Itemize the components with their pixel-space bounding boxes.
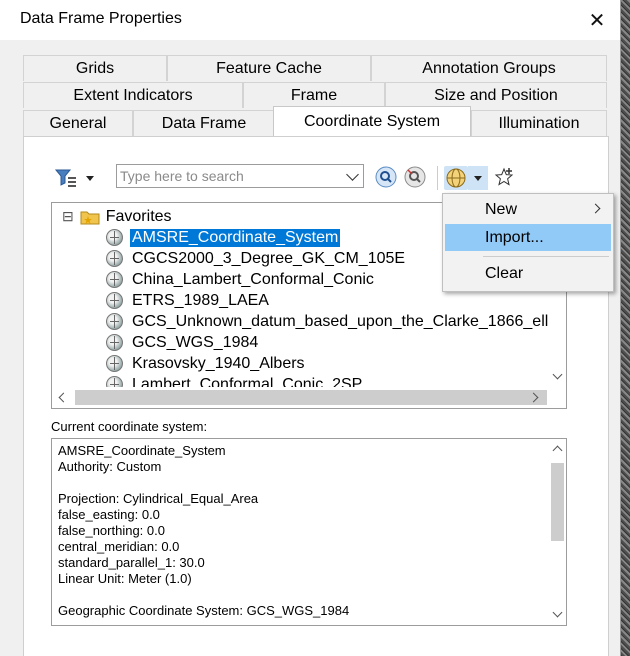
detail-line: Geographic Coordinate System: GCS_WGS_19… bbox=[58, 603, 350, 618]
toolbar-separator bbox=[437, 166, 438, 190]
search-input[interactable] bbox=[120, 167, 340, 185]
tab-general[interactable]: General bbox=[23, 110, 133, 136]
menu-item-label: Import... bbox=[485, 228, 544, 246]
scroll-up-arrow-icon[interactable] bbox=[552, 445, 563, 456]
title-bar: Data Frame Properties ✕ bbox=[0, 0, 620, 40]
close-button[interactable]: ✕ bbox=[580, 4, 614, 36]
submenu-arrow-icon bbox=[590, 203, 601, 214]
globe-icon bbox=[106, 355, 123, 372]
menu-item-new[interactable]: New bbox=[445, 196, 611, 223]
tree-item[interactable]: Krasovsky_1940_Albers bbox=[106, 353, 307, 374]
search-box[interactable] bbox=[116, 164, 364, 188]
tree-horizontal-scrollbar[interactable] bbox=[52, 387, 550, 408]
tab-frame[interactable]: Frame bbox=[243, 82, 385, 108]
detail-line: AMSRE_Coordinate_System bbox=[58, 443, 226, 458]
folder-star-icon bbox=[80, 211, 100, 224]
data-frame-properties-dialog: Data Frame Properties ✕ Grids Feature Ca… bbox=[0, 0, 621, 656]
scroll-down-arrow-icon[interactable] bbox=[552, 369, 563, 380]
tab-illumination[interactable]: Illumination bbox=[471, 110, 607, 136]
detail-line: Projection: Cylindrical_Equal_Area bbox=[58, 491, 259, 506]
tree-item[interactable]: CGCS2000_3_Degree_GK_CM_105E bbox=[106, 248, 407, 269]
detail-line: Authority: Custom bbox=[58, 459, 162, 474]
tab-data-frame[interactable]: Data Frame bbox=[133, 110, 275, 136]
add-dropdown-arrow-icon[interactable] bbox=[474, 176, 482, 181]
tree-item[interactable]: China_Lambert_Conformal_Conic bbox=[106, 269, 376, 290]
details-vertical-scrollbar[interactable] bbox=[549, 439, 566, 625]
details-scroll-thumb[interactable] bbox=[551, 463, 564, 541]
menu-separator bbox=[483, 256, 609, 257]
globe-icon bbox=[106, 334, 123, 351]
tree-item-label: GCS_WGS_1984 bbox=[132, 333, 259, 351]
menu-item-label: Clear bbox=[485, 264, 524, 282]
tree-item-label: CGCS2000_3_Degree_GK_CM_105E bbox=[132, 249, 406, 267]
filter-icon[interactable] bbox=[54, 166, 78, 190]
tree-item[interactable]: GCS_WGS_1984 bbox=[106, 332, 260, 353]
tree-item[interactable]: ETRS_1989_LAEA bbox=[106, 290, 271, 311]
detail-line: standard_parallel_1: 30.0 bbox=[58, 555, 205, 570]
menu-item-label: New bbox=[485, 200, 518, 218]
globe-icon bbox=[106, 271, 123, 288]
scroll-left-arrow-icon[interactable] bbox=[58, 392, 69, 403]
globe-icon bbox=[106, 313, 123, 330]
dialog-title: Data Frame Properties bbox=[20, 10, 182, 27]
scroll-down-arrow-icon[interactable] bbox=[552, 607, 563, 618]
detail-line: central_meridian: 0.0 bbox=[58, 539, 180, 554]
tree-item-label: GCS_Unknown_datum_based_upon_the_Clarke_… bbox=[132, 312, 567, 330]
detail-line: false_northing: 0.0 bbox=[58, 523, 165, 538]
tab-grids[interactable]: Grids bbox=[23, 55, 167, 81]
detail-line: false_easting: 0.0 bbox=[58, 507, 160, 522]
globe-icon bbox=[106, 229, 123, 246]
current-coordinate-system-details[interactable]: AMSRE_Coordinate_System Authority: Custo… bbox=[51, 438, 567, 626]
detail-line: Linear Unit: Meter (1.0) bbox=[58, 571, 192, 586]
collapse-toggle-icon[interactable]: ⊟ bbox=[62, 208, 74, 225]
add-coordinate-system-globe-icon[interactable] bbox=[444, 166, 468, 190]
globe-icon bbox=[106, 292, 123, 309]
add-context-menu: New Import... Clear bbox=[442, 193, 614, 292]
tree-item[interactable]: GCS_Unknown_datum_based_upon_the_Clarke_… bbox=[106, 311, 567, 332]
tree-item-label: ETRS_1989_LAEA bbox=[132, 291, 269, 309]
favorites-label: Favorites bbox=[105, 207, 172, 225]
tab-annotation-groups[interactable]: Annotation Groups bbox=[371, 55, 607, 81]
search-icon[interactable] bbox=[375, 166, 397, 188]
add-to-favorites-star-icon[interactable] bbox=[493, 166, 515, 188]
tree-item-label: China_Lambert_Conformal_Conic bbox=[132, 270, 374, 288]
clear-search-icon[interactable] bbox=[404, 166, 426, 188]
filter-dropdown-arrow-icon[interactable] bbox=[86, 176, 94, 181]
globe-icon bbox=[106, 250, 123, 267]
tree-item[interactable]: AMSRE_Coordinate_System bbox=[106, 227, 341, 248]
tab-feature-cache[interactable]: Feature Cache bbox=[167, 55, 371, 81]
tab-coordinate-system[interactable]: Coordinate System bbox=[273, 106, 471, 136]
menu-item-import[interactable]: Import... bbox=[445, 224, 611, 251]
menu-item-clear[interactable]: Clear bbox=[445, 260, 611, 287]
tree-item-label: AMSRE_Coordinate_System bbox=[130, 228, 341, 247]
search-dropdown-chevron-icon[interactable] bbox=[346, 168, 359, 181]
tab-size-and-position[interactable]: Size and Position bbox=[385, 82, 607, 108]
tree-item-label: Krasovsky_1940_Albers bbox=[132, 354, 305, 372]
horizontal-scroll-thumb[interactable] bbox=[75, 390, 547, 405]
tab-extent-indicators[interactable]: Extent Indicators bbox=[23, 82, 243, 108]
current-coordinate-system-label: Current coordinate system: bbox=[51, 419, 208, 434]
favorites-folder-row[interactable]: ⊟ Favorites bbox=[62, 206, 172, 227]
